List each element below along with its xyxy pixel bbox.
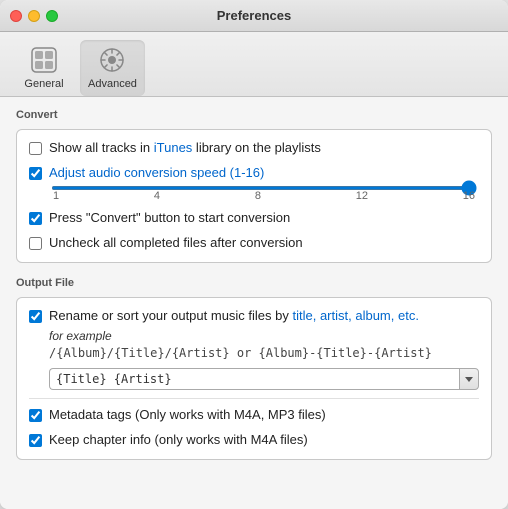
uncheck-completed-label[interactable]: Uncheck all completed files after conver… — [49, 235, 303, 252]
speed-slider[interactable] — [51, 186, 477, 190]
uncheck-completed-row: Uncheck all completed files after conver… — [29, 235, 479, 252]
convert-section: Convert Show all tracks in iTunes librar… — [16, 109, 492, 263]
tab-advanced-label: Advanced — [88, 78, 137, 90]
example-path: /{Album}/{Title}/{Artist} or {Album}-{Ti… — [49, 345, 479, 360]
example-label: for example — [49, 328, 479, 343]
pattern-input-row — [49, 368, 479, 390]
close-button[interactable] — [10, 10, 22, 22]
tab-advanced[interactable]: Advanced — [80, 40, 145, 96]
pattern-input[interactable] — [49, 368, 459, 390]
press-convert-label[interactable]: Press "Convert" button to start conversi… — [49, 210, 290, 227]
toolbar: General Advanced — [0, 32, 508, 97]
output-section-box: Rename or sort your output music files b… — [16, 297, 492, 461]
keep-chapter-label[interactable]: Keep chapter info (only works with M4A f… — [49, 432, 308, 449]
minimize-button[interactable] — [28, 10, 40, 22]
example-label-text: for example — [49, 329, 112, 343]
convert-section-title: Convert — [16, 109, 492, 121]
speed-slider-container: 1 4 8 12 16 — [29, 186, 479, 202]
titlebar: Preferences — [0, 0, 508, 32]
convert-section-box: Show all tracks in iTunes library on the… — [16, 129, 492, 263]
adjust-audio-speed-checkbox[interactable] — [29, 167, 42, 180]
window-title: Preferences — [217, 8, 291, 23]
separator — [29, 398, 479, 399]
keep-chapter-checkbox[interactable] — [29, 434, 42, 447]
main-content: Convert Show all tracks in iTunes librar… — [0, 97, 508, 509]
slider-label-1: 1 — [53, 190, 59, 202]
press-convert-checkbox[interactable] — [29, 212, 42, 225]
uncheck-completed-checkbox[interactable] — [29, 237, 42, 250]
advanced-icon — [96, 44, 128, 76]
rename-row: Rename or sort your output music files b… — [29, 308, 479, 325]
slider-label-4: 4 — [154, 190, 160, 202]
example-path-text: /{Album}/{Title}/{Artist} or {Album}-{Ti… — [49, 346, 432, 360]
slider-label-12: 12 — [356, 190, 368, 202]
slider-label-8: 8 — [255, 190, 261, 202]
slider-label-16: 16 — [463, 190, 475, 202]
show-all-tracks-row: Show all tracks in iTunes library on the… — [29, 140, 479, 157]
rename-sort-label[interactable]: Rename or sort your output music files b… — [49, 308, 419, 325]
press-convert-row: Press "Convert" button to start conversi… — [29, 210, 479, 227]
metadata-tags-label[interactable]: Metadata tags (Only works with M4A, MP3 … — [49, 407, 326, 424]
keep-chapter-row: Keep chapter info (only works with M4A f… — [29, 432, 479, 449]
output-section: Output File Rename or sort your output m… — [16, 277, 492, 461]
show-all-tracks-label[interactable]: Show all tracks in iTunes library on the… — [49, 140, 321, 157]
maximize-button[interactable] — [46, 10, 58, 22]
output-section-title: Output File — [16, 277, 492, 289]
rename-sort-checkbox[interactable] — [29, 310, 42, 323]
tab-general[interactable]: General — [16, 40, 72, 96]
show-all-tracks-checkbox[interactable] — [29, 142, 42, 155]
general-icon — [28, 44, 60, 76]
traffic-lights — [10, 10, 58, 22]
metadata-tags-checkbox[interactable] — [29, 409, 42, 422]
tab-general-label: General — [24, 78, 63, 90]
metadata-tags-row: Metadata tags (Only works with M4A, MP3 … — [29, 407, 479, 424]
pattern-dropdown-button[interactable] — [459, 368, 479, 390]
preferences-window: Preferences General — [0, 0, 508, 509]
chevron-down-icon — [465, 377, 473, 382]
